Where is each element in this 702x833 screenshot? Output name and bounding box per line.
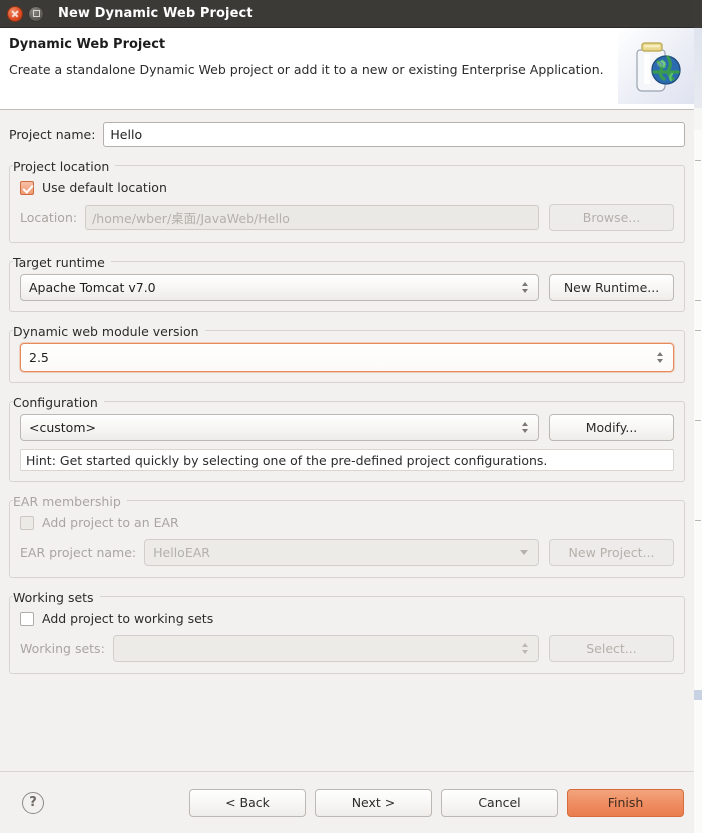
target-runtime-group-label: Target runtime	[13, 255, 111, 270]
location-input[interactable]: /home/wber/桌面/JavaWeb/Hello	[85, 205, 539, 230]
modify-button[interactable]: Modify...	[549, 414, 674, 441]
dialog-content: Project name: Hello Project location Use…	[0, 121, 694, 772]
working-sets-combo[interactable]	[112, 635, 539, 662]
add-project-to-ear-label: Add project to an EAR	[42, 515, 179, 530]
maximize-icon[interactable]	[28, 5, 44, 22]
ide-sliver-tick	[695, 160, 701, 161]
page-description: Create a standalone Dynamic Web project …	[9, 62, 604, 77]
project-location-group: Project location Use default location Lo…	[9, 159, 685, 243]
add-project-to-working-sets-label: Add project to working sets	[42, 611, 214, 626]
ear-membership-group: EAR membership Add project to an EAR EAR…	[9, 494, 685, 578]
new-ear-project-button[interactable]: New Project...	[549, 539, 674, 566]
next-button[interactable]: Next >	[315, 788, 432, 817]
configuration-group-label: Configuration	[13, 395, 104, 410]
use-default-location-label: Use default location	[42, 180, 167, 195]
module-version-group-label: Dynamic web module version	[13, 324, 205, 339]
configuration-group: Configuration <custom> Modify... Hint: G…	[9, 395, 685, 482]
configuration-combo[interactable]: <custom>	[20, 414, 539, 441]
working-sets-group-label: Working sets	[13, 590, 100, 605]
ear-project-name-combo[interactable]: HelloEAR	[144, 539, 539, 566]
new-dynamic-web-project-dialog: New Dynamic Web Project Dynamic Web Proj…	[0, 0, 694, 833]
ear-project-name-row: EAR project name: HelloEAR New Project..…	[20, 539, 674, 566]
browse-button[interactable]: Browse...	[549, 204, 674, 231]
new-runtime-button[interactable]: New Runtime...	[549, 274, 674, 301]
working-sets-label: Working sets:	[20, 641, 105, 656]
wizard-nav-buttons: < Back Next > Cancel Finish	[189, 788, 684, 817]
wizard-banner: Dynamic Web Project Create a standalone …	[0, 28, 694, 110]
project-location-group-label: Project location	[13, 159, 116, 174]
add-to-working-sets-row: Add project to working sets	[20, 611, 674, 626]
add-to-ear-row: Add project to an EAR	[20, 515, 674, 530]
cancel-button[interactable]: Cancel	[441, 788, 558, 817]
chevron-updown-icon[interactable]	[519, 640, 530, 658]
select-working-sets-button[interactable]: Select...	[549, 635, 674, 662]
close-icon[interactable]	[7, 5, 23, 22]
add-project-to-ear-checkbox[interactable]	[20, 515, 34, 530]
use-default-location-checkbox[interactable]	[20, 180, 34, 195]
page-title: Dynamic Web Project	[9, 37, 166, 52]
configuration-value: <custom>	[29, 420, 96, 435]
module-version-row: 2.5	[20, 343, 674, 372]
ear-project-name-label: EAR project name:	[20, 545, 137, 560]
target-runtime-value: Apache Tomcat v7.0	[29, 280, 156, 295]
location-label: Location:	[20, 210, 78, 225]
dialog-button-bar: ? < Back Next > Cancel Finish	[0, 771, 694, 833]
finish-button[interactable]: Finish	[567, 788, 684, 817]
window-titlebar: New Dynamic Web Project	[0, 0, 694, 28]
ide-sliver-tick	[695, 520, 701, 521]
chevron-updown-icon[interactable]	[519, 279, 530, 297]
chevron-updown-icon[interactable]	[519, 419, 530, 437]
ear-project-name-value: HelloEAR	[153, 545, 210, 560]
help-icon[interactable]: ?	[22, 791, 44, 814]
working-sets-row: Working sets: Select...	[20, 635, 674, 662]
web-project-jar-globe-icon	[618, 28, 694, 104]
window-title: New Dynamic Web Project	[58, 6, 253, 21]
ear-membership-group-label: EAR membership	[13, 494, 127, 509]
project-name-input[interactable]: Hello	[103, 121, 685, 147]
target-runtime-row: Apache Tomcat v7.0 New Runtime...	[20, 274, 674, 301]
location-row: Location: /home/wber/桌面/JavaWeb/Hello Br…	[20, 204, 674, 231]
use-default-location-row: Use default location	[20, 180, 674, 195]
target-runtime-group: Target runtime Apache Tomcat v7.0 New Ru…	[9, 255, 685, 312]
ide-sliver-tick	[695, 420, 701, 421]
module-version-value: 2.5	[29, 350, 49, 365]
back-button[interactable]: < Back	[189, 788, 306, 817]
add-project-to-working-sets-checkbox[interactable]	[20, 611, 34, 626]
working-sets-group: Working sets Add project to working sets…	[9, 590, 685, 674]
configuration-row: <custom> Modify...	[20, 414, 674, 441]
project-name-label: Project name:	[9, 126, 96, 142]
chevron-updown-icon[interactable]	[654, 349, 665, 367]
project-name-row: Project name: Hello	[9, 121, 685, 147]
ide-sliver-tick	[695, 300, 701, 301]
module-version-group: Dynamic web module version 2.5	[9, 324, 685, 383]
ide-sliver-tick	[695, 330, 701, 331]
configuration-hint: Hint: Get started quickly by selecting o…	[20, 449, 674, 471]
target-runtime-combo[interactable]: Apache Tomcat v7.0	[20, 274, 539, 301]
module-version-combo[interactable]: 2.5	[20, 343, 674, 372]
chevron-down-icon[interactable]	[520, 550, 528, 555]
